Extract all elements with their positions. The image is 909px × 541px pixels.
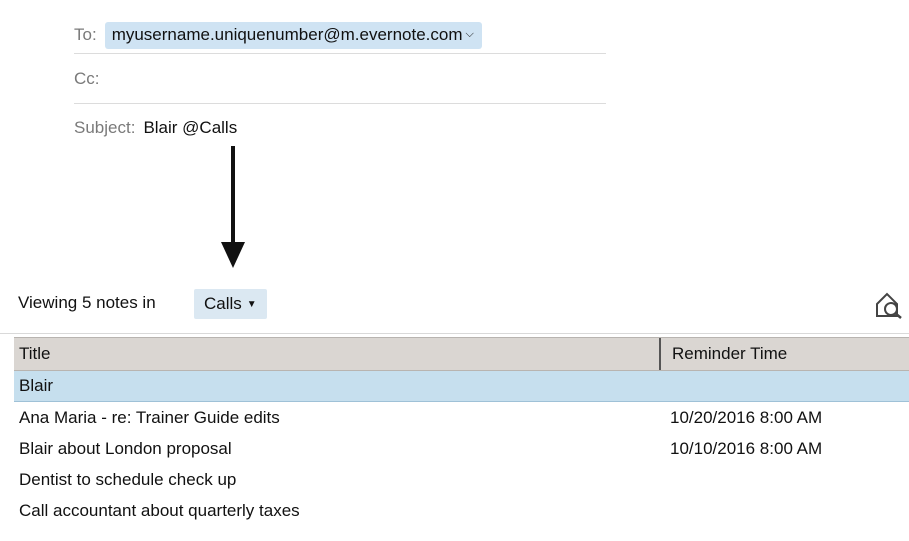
chevron-down-icon[interactable]: ⌵ (466, 28, 474, 41)
notes-table: Title Reminder Time Blair Ana Maria - re… (14, 337, 909, 526)
table-row[interactable]: Blair about London proposal 10/10/2016 8… (14, 433, 909, 464)
to-label: To: (74, 25, 97, 44)
note-reminder: 10/10/2016 8:00 AM (670, 438, 823, 458)
chevron-down-icon: ▼ (246, 298, 257, 310)
note-title: Blair (19, 376, 54, 395)
subject-label: Subject: (74, 118, 136, 137)
note-title: Dentist to schedule check up (19, 469, 237, 489)
recipient-chip[interactable]: myusername.uniquenumber@m.evernote.com ⌵ (104, 21, 482, 49)
recipient-address: myusername.uniquenumber@m.evernote.com (111, 24, 463, 44)
table-row[interactable]: Dentist to schedule check up (14, 464, 909, 495)
cc-field[interactable]: Cc: (74, 55, 606, 104)
note-title: Call accountant about quarterly taxes (19, 500, 300, 520)
subject-field[interactable]: Subject: Blair @Calls (74, 108, 606, 148)
note-reminder (659, 495, 909, 526)
arrow-down-icon (221, 146, 245, 268)
divider (0, 333, 909, 334)
note-reminder: 10/20/2016 8:00 AM (670, 407, 823, 427)
note-title: Blair about London proposal (19, 438, 232, 458)
notebook-name: Calls (204, 294, 242, 313)
table-row[interactable]: Ana Maria - re: Trainer Guide edits 10/2… (14, 402, 909, 433)
cc-label: Cc: (74, 69, 100, 88)
note-reminder (659, 464, 909, 495)
column-header-reminder-time[interactable]: Reminder Time (659, 338, 909, 370)
note-reminder (659, 371, 909, 401)
note-title: Ana Maria - re: Trainer Guide edits (19, 407, 280, 427)
notebook-selector[interactable]: Calls ▼ (194, 289, 267, 319)
to-field[interactable]: To: myusername.uniquenumber@m.evernote.c… (74, 17, 606, 54)
subject-input[interactable]: Blair @Calls (143, 118, 237, 138)
column-header-title[interactable]: Title (14, 338, 659, 370)
email-composer: To: myusername.uniquenumber@m.evernote.c… (0, 0, 909, 290)
table-row[interactable]: Blair (14, 371, 909, 402)
table-header: Title Reminder Time (14, 337, 909, 371)
note-list-toolbar: Viewing 5 notes in Calls ▼ (0, 284, 909, 324)
viewing-notes-label: Viewing 5 notes in (18, 293, 156, 312)
table-row[interactable]: Call accountant about quarterly taxes (14, 495, 909, 526)
notebook-search-icon[interactable] (873, 290, 905, 320)
